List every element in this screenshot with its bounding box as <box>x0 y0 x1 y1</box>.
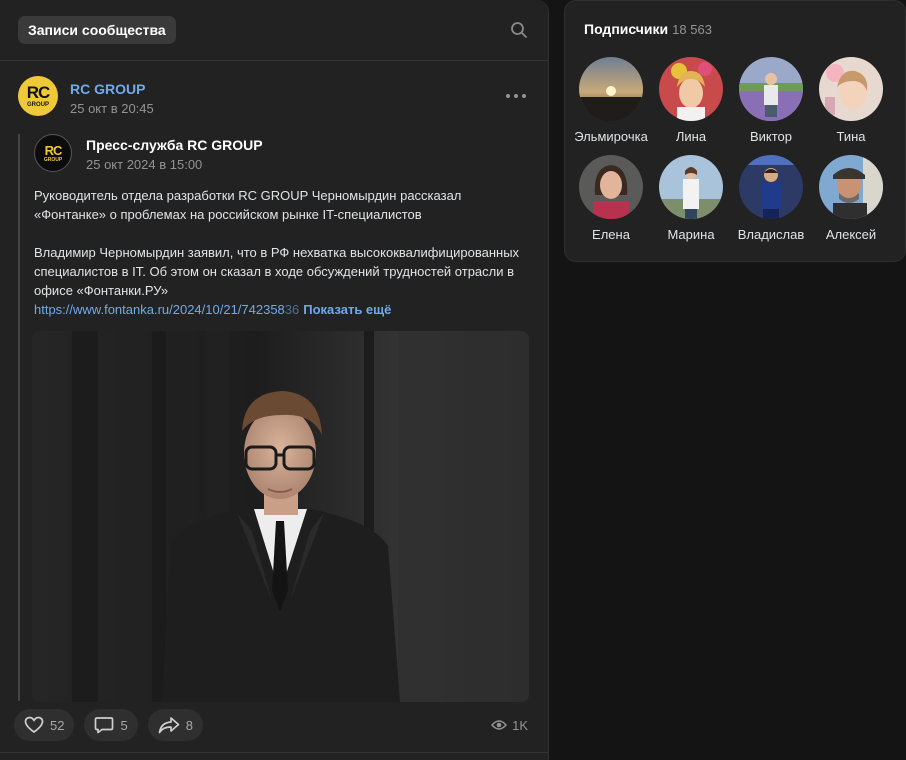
repost-author[interactable]: Пресс-служба RC GROUP <box>86 137 263 153</box>
eye-icon <box>491 720 508 730</box>
repost-logo-text: RC <box>44 142 63 158</box>
avatar <box>579 155 643 219</box>
repost-block: RC GROUP Пресс-служба RC GROUP 25 окт 20… <box>18 134 530 702</box>
avatar <box>819 155 883 219</box>
subscribers-grid: Эльмирочка Лина Виктор Тина Елена Марина… <box>571 57 891 242</box>
repost-author-avatar[interactable]: RC GROUP <box>34 134 72 172</box>
like-count: 52 <box>50 717 65 733</box>
subscribers-title-text: Подписчики <box>584 21 669 37</box>
views-counter: 1K <box>491 718 528 733</box>
avatar <box>739 155 803 219</box>
post-date[interactable]: 25 окт в 20:45 <box>70 101 154 116</box>
subscriber-name: Виктор <box>749 129 793 144</box>
post-header: RC GROUP RC GROUP 25 окт в 20:45 <box>18 76 530 122</box>
subscriber-name: Лина <box>675 129 707 144</box>
subscriber-item[interactable]: Елена <box>571 155 651 242</box>
post-link-row: https://www.fontanka.ru/2024/10/21/74235… <box>34 300 534 319</box>
like-button[interactable]: 52 <box>14 709 75 741</box>
wall-header: Записи сообщества <box>0 0 548 61</box>
post-actions: 52 5 8 1K <box>14 709 528 741</box>
avatar <box>739 57 803 121</box>
logo-subtext: GROUP <box>26 102 49 108</box>
subscriber-item[interactable]: Эльмирочка <box>571 57 651 144</box>
post-photo[interactable] <box>32 331 529 702</box>
subscriber-name: Марина <box>667 227 715 242</box>
heart-icon <box>24 716 44 734</box>
subscribers-title[interactable]: Подписчики 18 563 <box>584 21 712 37</box>
comment-count: 5 <box>120 717 128 733</box>
post-text: Руководитель отдела разработки RC GROUP … <box>34 186 534 319</box>
comment-icon <box>95 717 114 734</box>
repost-logo-subtext: GROUP <box>43 156 63 163</box>
share-icon <box>158 717 180 734</box>
wall-post: RC GROUP RC GROUP 25 окт в 20:45 RC GROU… <box>0 61 548 702</box>
post-divider <box>0 752 548 753</box>
subscriber-item[interactable]: Алексей <box>811 155 891 242</box>
subscribers-panel: Подписчики 18 563 Эльмирочка Лина Виктор … <box>564 0 906 262</box>
post-link[interactable]: https://www.fontanka.ru/2024/10/21/74235… <box>34 302 285 317</box>
repost-header: RC GROUP Пресс-служба RC GROUP 25 окт 20… <box>34 134 530 172</box>
post-author[interactable]: RC GROUP <box>70 81 154 97</box>
more-options-icon[interactable] <box>506 91 526 101</box>
search-icon[interactable] <box>508 19 530 41</box>
subscriber-name: Эльмирочка <box>574 129 648 144</box>
subscribers-count: 18 563 <box>672 22 712 37</box>
post-text-paragraph-2: Владимир Черномырдин заявил, что в РФ не… <box>34 245 520 298</box>
subscriber-name: Владислав <box>737 227 805 242</box>
subscriber-item[interactable]: Лина <box>651 57 731 144</box>
subscriber-name: Елена <box>592 227 630 242</box>
share-count: 8 <box>185 717 193 733</box>
subscriber-item[interactable]: Тина <box>811 57 891 144</box>
subscriber-item[interactable]: Владислав <box>731 155 811 242</box>
repost-date[interactable]: 25 окт 2024 в 15:00 <box>86 157 263 172</box>
subscriber-name: Алексей <box>825 227 877 242</box>
subscriber-item[interactable]: Марина <box>651 155 731 242</box>
views-count: 1K <box>512 717 528 733</box>
wall-tab-posts[interactable]: Записи сообщества <box>18 16 176 44</box>
avatar <box>659 57 723 121</box>
logo-text: RC <box>26 83 51 102</box>
community-avatar[interactable]: RC GROUP <box>18 76 58 116</box>
comment-button[interactable]: 5 <box>84 709 138 741</box>
post-text-paragraph-1: Руководитель отдела разработки RC GROUP … <box>34 188 462 222</box>
subscriber-name: Тина <box>836 129 866 144</box>
community-wall: Записи сообщества RC GROUP RC GROUP 25 о… <box>0 0 549 760</box>
avatar <box>579 57 643 121</box>
share-button[interactable]: 8 <box>147 709 203 741</box>
subscriber-item[interactable]: Виктор <box>731 57 811 144</box>
avatar <box>819 57 883 121</box>
post-link-fade[interactable]: 36 <box>285 302 299 317</box>
avatar <box>659 155 723 219</box>
show-more-button[interactable]: Показать ещё <box>303 302 391 317</box>
